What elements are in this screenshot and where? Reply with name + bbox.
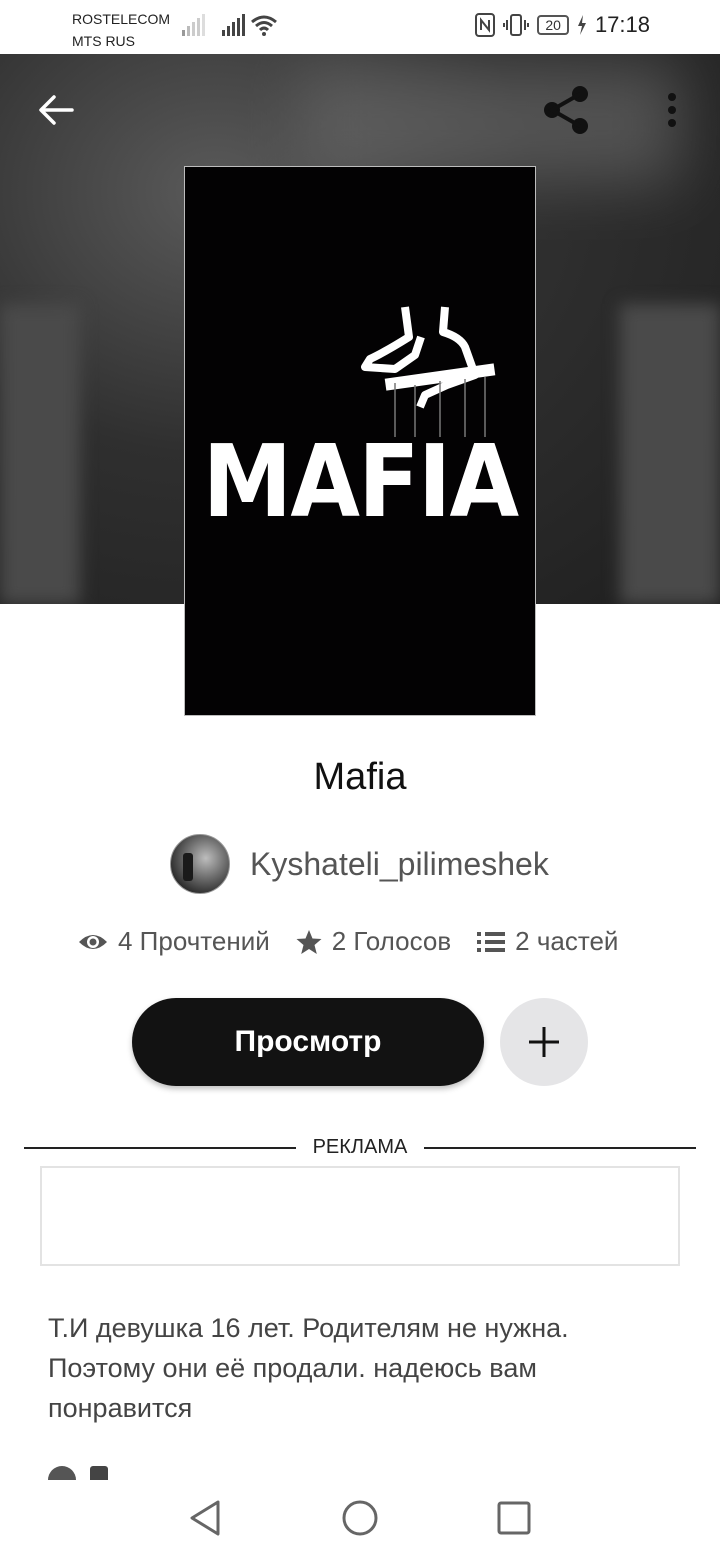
share-button[interactable] <box>540 84 596 136</box>
nav-home-icon[interactable] <box>340 1498 380 1538</box>
signal-icon <box>222 14 245 36</box>
votes-stat: 2 Голосов <box>296 926 451 957</box>
wifi-icon <box>251 15 277 36</box>
status-right: 20 17:18 <box>475 12 650 38</box>
charging-icon <box>577 15 586 35</box>
nfc-icon <box>475 13 496 37</box>
add-to-library-button[interactable] <box>500 998 588 1086</box>
puppet-hands-icon <box>361 306 496 437</box>
votes-count: 2 Голосов <box>331 926 452 956</box>
author-name[interactable]: Kyshateli_pilimeshek <box>250 846 549 883</box>
back-button[interactable] <box>30 86 82 134</box>
cover-title: MAFIA <box>202 423 520 540</box>
more-vertical-icon <box>668 93 676 127</box>
avatar[interactable] <box>170 834 230 894</box>
plus-icon <box>529 1027 559 1057</box>
reads-stat: 4 Прочтений <box>78 926 270 957</box>
ad-divider: РЕКЛАМА <box>24 1130 696 1166</box>
nav-recent-icon[interactable] <box>494 1498 534 1538</box>
star-icon <box>296 929 322 954</box>
ad-banner[interactable] <box>40 1166 680 1266</box>
more-options-button[interactable] <box>650 86 694 134</box>
carrier-1: ROSTELECOM <box>72 11 171 27</box>
eye-icon <box>79 934 107 949</box>
story-description: Т.И девушка 16 лет. Родителям не нужна. … <box>48 1313 569 1423</box>
system-nav-bar <box>0 1480 720 1560</box>
author-link[interactable]: Kyshateli_pilimeshek <box>170 832 549 896</box>
carrier-info: ROSTELECOM MTS RUS <box>72 8 170 52</box>
nav-back-icon[interactable] <box>186 1498 226 1538</box>
ad-label: РЕКЛАМА <box>312 1136 408 1158</box>
vibrate-icon <box>503 14 530 36</box>
story-title: Mafia <box>313 756 407 798</box>
carrier-2: MTS RUS <box>72 33 135 49</box>
status-bar: ROSTELECOM MTS RUS 20 17:18 <box>0 0 720 54</box>
truncated-row <box>48 1466 248 1480</box>
battery-icon: 20 <box>537 15 569 35</box>
read-button[interactable]: Просмотр <box>132 998 484 1086</box>
reads-count: 4 Прочтений <box>118 926 270 956</box>
clock: 17:18 <box>594 12 650 37</box>
signal-icon <box>182 14 205 36</box>
parts-stat: 2 частей <box>477 926 618 957</box>
parts-count: 2 частей <box>515 926 619 956</box>
share-icon <box>544 86 588 134</box>
list-icon <box>477 931 506 952</box>
story-cover[interactable]: MAFIA <box>184 166 536 716</box>
arrow-left-icon <box>39 95 74 125</box>
info-icon <box>48 1466 76 1480</box>
story-stats: 4 Прочтений 2 Голосов 2 частей <box>78 926 618 957</box>
